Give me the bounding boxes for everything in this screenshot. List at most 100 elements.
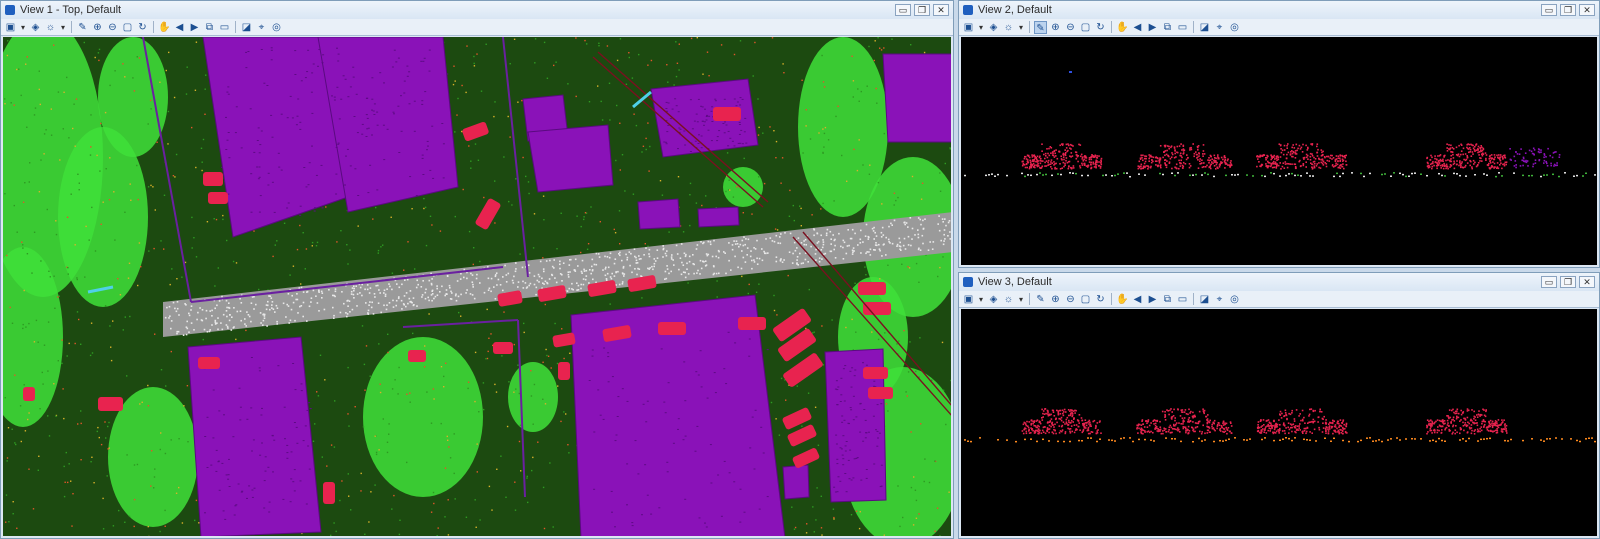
view-previous-icon[interactable]: ◀	[1131, 293, 1144, 306]
fit-view-icon[interactable]: ▢	[1079, 21, 1092, 34]
separator	[1193, 293, 1194, 305]
view1-titlebar[interactable]: View 1 - Top, Default ▭ ❐ ✕	[1, 1, 953, 19]
view2-window[interactable]: View 2, Default ▭ ❐ ✕ ▣ ▾ ◈ ☼ ▾ ✎ ⊕ ⊖ ▢ …	[958, 0, 1600, 268]
window-area-icon[interactable]: ▭	[1176, 21, 1189, 34]
view-previous-icon[interactable]: ◀	[173, 21, 186, 34]
brightness-icon[interactable]: ☼	[44, 21, 57, 34]
dropdown-icon[interactable]: ▾	[1017, 293, 1025, 306]
update-view-icon[interactable]: ✎	[1034, 20, 1047, 34]
point-cloud-profile-view[interactable]	[961, 309, 1597, 536]
point-cloud-top-view[interactable]	[3, 37, 951, 536]
brightness-icon[interactable]: ☼	[1002, 293, 1015, 306]
zoom-out-icon[interactable]: ⊖	[106, 21, 119, 34]
separator	[235, 21, 236, 33]
vehicle	[203, 172, 223, 186]
clip-volume-icon[interactable]: ⌖	[1213, 293, 1226, 306]
separator	[1029, 293, 1030, 305]
separator	[1111, 21, 1112, 33]
rotate-view-icon[interactable]: ↻	[1094, 21, 1107, 34]
rotate-view-icon[interactable]: ↻	[136, 21, 149, 34]
view-next-icon[interactable]: ▶	[1146, 21, 1159, 34]
view2-toolbar: ▣ ▾ ◈ ☼ ▾ ✎ ⊕ ⊖ ▢ ↻ ✋ ◀ ▶ ⧉ ▭ ◪ ⌖ ◎	[959, 19, 1599, 36]
fit-view-icon[interactable]: ▢	[1079, 293, 1092, 306]
vehicle	[713, 107, 741, 121]
view3-viewport[interactable]	[961, 309, 1597, 536]
brightness-icon[interactable]: ☼	[1002, 21, 1015, 34]
window-area-icon[interactable]: ▭	[1176, 293, 1189, 306]
render-icon[interactable]: ◪	[1198, 21, 1211, 34]
app-logo-icon	[963, 5, 973, 15]
zoom-out-icon[interactable]: ⊖	[1064, 293, 1077, 306]
building	[637, 198, 681, 230]
restore-button[interactable]: ❐	[914, 4, 930, 16]
restore-button[interactable]: ❐	[1560, 276, 1576, 288]
clip-volume-icon[interactable]: ⌖	[1213, 21, 1226, 34]
display-style-icon[interactable]: ◈	[29, 21, 42, 34]
restore-button[interactable]: ❐	[1560, 4, 1576, 16]
view3-titlebar[interactable]: View 3, Default ▭ ❐ ✕	[959, 273, 1599, 291]
dropdown-icon[interactable]: ▾	[59, 21, 67, 34]
vehicle	[863, 367, 888, 379]
view1-title: View 1 - Top, Default	[20, 4, 122, 16]
separator	[71, 21, 72, 33]
dropdown-icon[interactable]: ▾	[977, 293, 985, 306]
minimize-button[interactable]: ▭	[895, 4, 911, 16]
fit-view-icon[interactable]: ▢	[121, 21, 134, 34]
update-view-icon[interactable]: ✎	[76, 21, 89, 34]
close-button[interactable]: ✕	[933, 4, 949, 16]
view1-viewport[interactable]	[3, 37, 951, 536]
window-area-icon[interactable]: ▭	[218, 21, 231, 34]
vehicle	[408, 350, 426, 362]
view3-window[interactable]: View 3, Default ▭ ❐ ✕ ▣ ▾ ◈ ☼ ▾ ✎ ⊕ ⊖ ▢ …	[958, 272, 1600, 539]
view-attributes-icon[interactable]: ▣	[962, 21, 975, 34]
pan-view-icon[interactable]: ✋	[1116, 21, 1129, 34]
dropdown-icon[interactable]: ▾	[977, 21, 985, 34]
clip-mask-icon[interactable]: ◎	[270, 21, 283, 34]
copy-view-icon[interactable]: ⧉	[1161, 293, 1174, 306]
vehicle	[858, 282, 886, 295]
clip-mask-icon[interactable]: ◎	[1228, 293, 1241, 306]
copy-view-icon[interactable]: ⧉	[203, 21, 216, 34]
copy-view-icon[interactable]: ⧉	[1161, 21, 1174, 34]
point-cloud-profile-view[interactable]	[961, 37, 1597, 265]
vehicle	[208, 192, 228, 204]
minimize-button[interactable]: ▭	[1541, 4, 1557, 16]
view1-window[interactable]: View 1 - Top, Default ▭ ❐ ✕ ▣ ▾ ◈ ☼ ▾ ✎ …	[0, 0, 954, 539]
view-attributes-icon[interactable]: ▣	[962, 293, 975, 306]
separator	[153, 21, 154, 33]
building	[882, 53, 951, 143]
separator	[1029, 21, 1030, 33]
pan-view-icon[interactable]: ✋	[158, 21, 171, 34]
clip-mask-icon[interactable]: ◎	[1228, 21, 1241, 34]
separator	[1111, 293, 1112, 305]
separator	[1193, 21, 1194, 33]
clip-volume-icon[interactable]: ⌖	[255, 21, 268, 34]
zoom-out-icon[interactable]: ⊖	[1064, 21, 1077, 34]
render-icon[interactable]: ◪	[240, 21, 253, 34]
view-attributes-icon[interactable]: ▣	[4, 21, 17, 34]
pan-view-icon[interactable]: ✋	[1116, 293, 1129, 306]
view1-toolbar: ▣ ▾ ◈ ☼ ▾ ✎ ⊕ ⊖ ▢ ↻ ✋ ◀ ▶ ⧉ ▭ ◪ ⌖ ◎	[1, 19, 953, 36]
dropdown-icon[interactable]: ▾	[1017, 21, 1025, 34]
render-icon[interactable]: ◪	[1198, 293, 1211, 306]
display-style-icon[interactable]: ◈	[987, 21, 1000, 34]
close-button[interactable]: ✕	[1579, 276, 1595, 288]
view-previous-icon[interactable]: ◀	[1131, 21, 1144, 34]
minimize-button[interactable]: ▭	[1541, 276, 1557, 288]
zoom-in-icon[interactable]: ⊕	[1049, 293, 1062, 306]
view2-viewport[interactable]	[961, 37, 1597, 265]
dropdown-icon[interactable]: ▾	[19, 21, 27, 34]
zoom-in-icon[interactable]: ⊕	[91, 21, 104, 34]
view-next-icon[interactable]: ▶	[188, 21, 201, 34]
zoom-in-icon[interactable]: ⊕	[1049, 21, 1062, 34]
rotate-view-icon[interactable]: ↻	[1094, 293, 1107, 306]
update-view-icon[interactable]: ✎	[1034, 293, 1047, 306]
display-style-icon[interactable]: ◈	[987, 293, 1000, 306]
stray-point	[1069, 71, 1072, 73]
view3-title: View 3, Default	[978, 276, 1052, 288]
view2-titlebar[interactable]: View 2, Default ▭ ❐ ✕	[959, 1, 1599, 19]
view3-toolbar: ▣ ▾ ◈ ☼ ▾ ✎ ⊕ ⊖ ▢ ↻ ✋ ◀ ▶ ⧉ ▭ ◪ ⌖ ◎	[959, 291, 1599, 308]
building	[782, 464, 810, 500]
close-button[interactable]: ✕	[1579, 4, 1595, 16]
view-next-icon[interactable]: ▶	[1146, 293, 1159, 306]
